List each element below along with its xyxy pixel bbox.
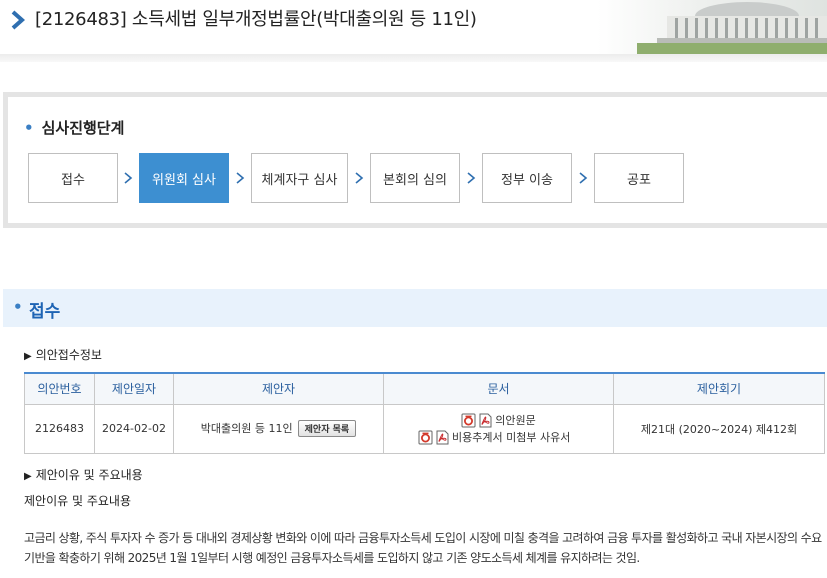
triangle-right-icon: ▶ (24, 351, 32, 362)
section-title: 접수 (29, 302, 61, 322)
chevron-right-icon (11, 10, 25, 30)
stage-government-transfer[interactable]: 정부 이송 (482, 153, 572, 203)
document-link-cost-estimate[interactable]: 비용추계서 미첨부 사유서 (384, 429, 613, 446)
document-link-bill[interactable]: 의안원문 (384, 412, 613, 429)
chevron-right-icon (124, 172, 133, 184)
stage-committee-review[interactable]: 위원회 심사 (139, 153, 229, 203)
reason-text: 고금리 상황, 주식 투자자 수 증가 등 대내외 경제상황 변화와 이에 따라… (24, 531, 822, 565)
stage-legal-review[interactable]: 체계자구 심사 (251, 153, 348, 203)
cell-date: 2024-02-02 (94, 403, 174, 454)
hwp-file-icon[interactable] (418, 430, 433, 445)
bill-info-table: 의안번호 제안일자 제안자 문서 제안회기 2126483 2024-02-02… (24, 372, 825, 454)
chevron-right-icon (236, 172, 245, 184)
stage-progress-panel: • 심사진행단계 접수 위원회 심사 체계자구 심사 본회의 심의 정부 이송 공… (3, 92, 827, 228)
triangle-right-icon: ▶ (24, 471, 32, 482)
header-divider (0, 54, 827, 62)
page-header: [2126483] 소득세법 일부개정법률안(박대출의원 등 11인) (0, 0, 827, 54)
receipt-section-bar: • 접수 (3, 289, 827, 327)
pdf-file-icon[interactable] (435, 430, 450, 445)
reason-label: 제안이유 및 주요내용 (24, 494, 131, 508)
cell-bill-no: 2126483 (24, 403, 95, 454)
chevron-right-icon (579, 172, 588, 184)
col-header-documents: 문서 (383, 372, 614, 405)
table-row: 2126483 2024-02-02 박대출의원 등 11인 제안자 목록 의안… (24, 403, 825, 454)
col-header-date: 제안일자 (94, 372, 174, 405)
proposer-name: 박대출의원 등 11인 (200, 421, 293, 435)
pdf-file-icon[interactable] (478, 413, 493, 428)
proposer-list-button[interactable]: 제안자 목록 (297, 420, 357, 438)
table-header-row: 의안번호 제안일자 제안자 문서 제안회기 (24, 372, 825, 405)
cell-documents: 의안원문 비용추계서 미첨부 사유서 (383, 403, 614, 454)
hwp-file-icon[interactable] (461, 413, 476, 428)
stage-plenary[interactable]: 본회의 심의 (370, 153, 460, 203)
chevron-right-icon (467, 172, 476, 184)
stage-received[interactable]: 접수 (28, 153, 118, 203)
stage-heading: • 심사진행단계 (24, 119, 125, 137)
col-header-session: 제안회기 (613, 372, 825, 405)
col-header-proposer: 제안자 (173, 372, 384, 405)
stage-promulgation[interactable]: 공포 (594, 153, 684, 203)
bullet-icon: • (13, 298, 23, 316)
reason-subheading: ▶ 제안이유 및 주요내용 (24, 468, 143, 482)
cell-session: 제21대 (2020~2024) 제412회 (613, 403, 825, 454)
cell-proposer: 박대출의원 등 11인 제안자 목록 (173, 403, 384, 454)
page-title: [2126483] 소득세법 일부개정법률안(박대출의원 등 11인) (35, 9, 477, 30)
col-header-bill-no: 의안번호 (24, 372, 95, 405)
assembly-building-image (597, 0, 827, 54)
info-subheading: ▶ 의안접수정보 (24, 348, 102, 362)
chevron-right-icon (355, 172, 364, 184)
bullet-icon: • (24, 119, 34, 137)
